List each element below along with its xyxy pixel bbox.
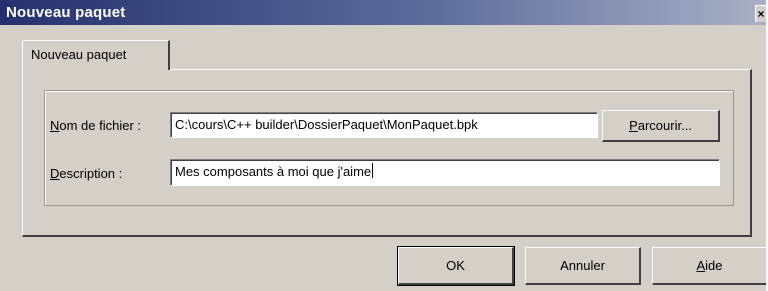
title-bar[interactable]: Nouveau paquet × <box>0 0 766 25</box>
help-button[interactable]: Aide <box>652 247 766 285</box>
filename-label: Nom de fichier : <box>50 118 141 133</box>
filename-value: C:\cours\C++ builder\DossierPaquet\MonPa… <box>175 117 478 132</box>
close-icon[interactable]: × <box>755 5 766 22</box>
browse-button[interactable]: Parcourir... <box>602 110 720 142</box>
cancel-button-label: Annuler <box>560 258 605 273</box>
text-caret <box>372 163 374 178</box>
cancel-button[interactable]: Annuler <box>525 247 641 285</box>
description-label-text: escription : <box>59 166 123 181</box>
browse-button-label: Parcourir... <box>629 111 692 141</box>
ok-button-label: OK <box>446 258 465 273</box>
new-package-dialog: Nouveau paquet × Nouveau paquet Nom de f… <box>0 0 768 291</box>
browse-button-mnemonic: P <box>629 118 638 133</box>
window-title: Nouveau paquet <box>6 4 126 21</box>
help-button-text: ide <box>705 258 723 273</box>
description-field[interactable]: Mes composants à moi que j'aime <box>170 159 720 186</box>
help-button-label: Aide <box>696 248 722 284</box>
description-label-mnemonic: D <box>50 166 60 181</box>
filename-field[interactable]: C:\cours\C++ builder\DossierPaquet\MonPa… <box>170 112 598 138</box>
description-label: Description : <box>50 166 122 181</box>
tab-label: Nouveau paquet <box>31 47 127 62</box>
filename-label-text: om de fichier : <box>59 118 142 133</box>
help-button-mnemonic: A <box>696 258 706 273</box>
ok-button[interactable]: OK <box>397 246 515 286</box>
filename-label-mnemonic: N <box>50 118 60 133</box>
tab-new-package[interactable]: Nouveau paquet <box>22 40 170 70</box>
description-value: Mes composants à moi que j'aime <box>175 164 372 179</box>
browse-button-text: arcourir... <box>637 118 692 133</box>
form-group-box <box>44 90 734 206</box>
